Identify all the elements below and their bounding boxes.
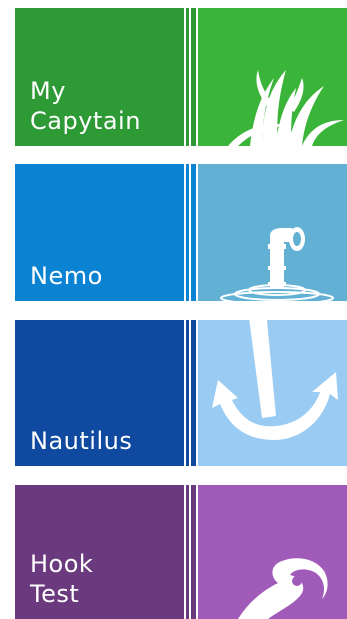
tile-divider-stripe	[186, 8, 189, 146]
periscope-icon	[220, 227, 334, 301]
tile-icon-panel	[198, 164, 347, 301]
tile-divider-stripe	[191, 164, 196, 301]
tile-divider-stripe	[186, 485, 189, 619]
tile-divider-stripe	[179, 164, 184, 301]
tile-label: Nemo	[30, 262, 103, 290]
tile-divider-stripe	[191, 485, 196, 619]
tile-divider-stripe	[179, 485, 184, 619]
tile-divider-stripe	[186, 164, 189, 301]
tile-label: My Capytain	[30, 77, 141, 135]
tile-icon-panel	[198, 8, 347, 146]
tile-icon-panel	[198, 320, 347, 466]
grass-icon	[228, 70, 344, 146]
tile-divider-stripe	[179, 8, 184, 146]
tile-divider-stripe	[186, 320, 189, 466]
tile-divider-stripe	[191, 320, 196, 466]
app-tile-grid: My Capytain Nemo Nautilus Hook Test	[0, 0, 347, 619]
tile-nautilus[interactable]: Nautilus	[15, 320, 347, 466]
tile-divider-stripe	[179, 320, 184, 466]
tile-label: Nautilus	[30, 427, 133, 455]
tile-my-capytain[interactable]: My Capytain	[15, 8, 347, 146]
tile-divider-stripe	[191, 8, 196, 146]
anchor-icon	[212, 320, 338, 440]
hook-icon	[238, 558, 328, 619]
tile-icon-panel	[198, 485, 347, 619]
tile-label: Hook Test	[30, 550, 94, 608]
tile-nemo[interactable]: Nemo	[15, 164, 347, 301]
tile-hook-test[interactable]: Hook Test	[15, 485, 347, 619]
